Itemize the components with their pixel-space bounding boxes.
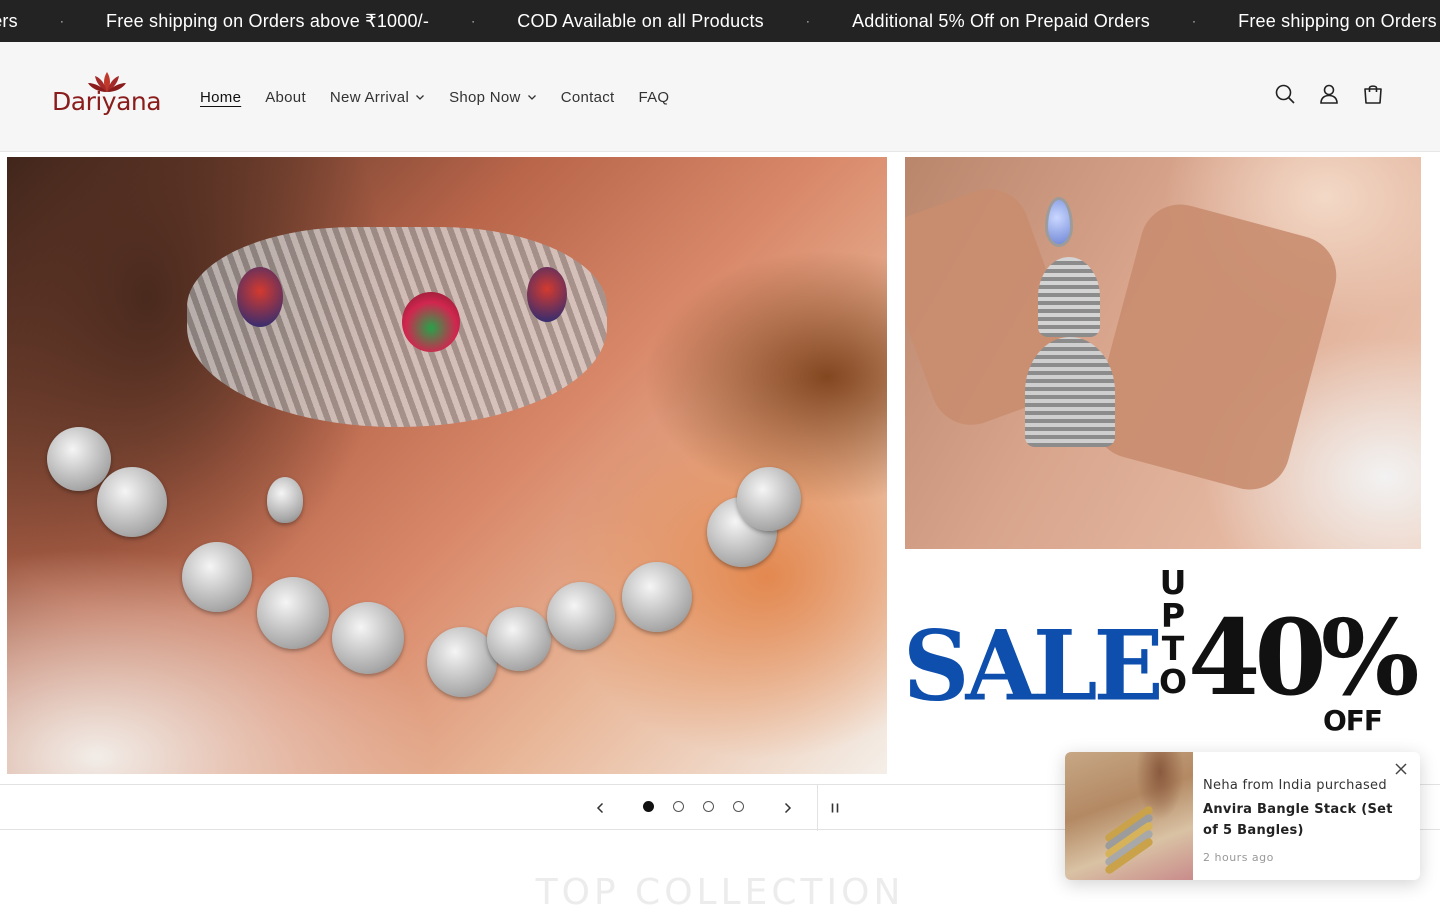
- brand-name: Dariyana: [52, 87, 162, 116]
- nav-item-label: About: [265, 88, 306, 106]
- earring-image[interactable]: [905, 157, 1421, 549]
- main-nav: Home About New Arrival Shop Now Contact …: [200, 42, 669, 152]
- gem-shape: [237, 267, 283, 327]
- nav-item-new-arrival[interactable]: New Arrival: [330, 89, 425, 106]
- necklace-image[interactable]: [7, 157, 887, 774]
- announcement-separator: ·: [1191, 14, 1197, 28]
- product-name-link[interactable]: Anvira Bangle Stack (Set of 5 Bangles): [1203, 799, 1399, 841]
- upto-letter: P: [1160, 596, 1186, 635]
- coin-shape: [267, 477, 303, 523]
- purchase-message: Neha from India purchased: [1203, 778, 1387, 793]
- nav-item-about[interactable]: About: [265, 89, 306, 106]
- site-header: Dariyana Home About New Arrival Shop Now…: [0, 42, 1440, 152]
- jhumka-shape: [1038, 257, 1100, 337]
- announcement-separator: ·: [805, 14, 811, 28]
- coin-shape: [182, 542, 252, 612]
- chevron-down-icon: [527, 95, 536, 100]
- chevron-right-icon[interactable]: [778, 798, 798, 818]
- gem-shape: [527, 267, 567, 322]
- brand-logo[interactable]: Dariyana: [52, 70, 162, 124]
- purchase-time: 2 hours ago: [1203, 851, 1274, 864]
- announcement-text: Additional 5% Off on Prepaid Orders: [852, 10, 1150, 31]
- nav-item-home[interactable]: Home: [200, 89, 241, 106]
- announcement-text: Free shipping on Orders above ₹1000/-: [106, 10, 430, 31]
- upto-letter: T: [1161, 629, 1185, 668]
- product-thumbnail[interactable]: [1065, 752, 1193, 880]
- coin-shape: [332, 602, 404, 674]
- header-icons: [1274, 83, 1384, 105]
- slide-dot[interactable]: [643, 801, 654, 812]
- slide-dot[interactable]: [673, 801, 684, 812]
- nav-item-label: FAQ: [638, 88, 670, 106]
- upto-letter: O: [1158, 662, 1188, 701]
- chevron-down-icon: [416, 95, 425, 100]
- hero-slideshow: SALE U P T O 40% OFF: [0, 152, 1440, 784]
- coin-shape: [737, 467, 801, 531]
- slide-dot[interactable]: [733, 801, 744, 812]
- upto-letter: U: [1159, 563, 1187, 602]
- discount-percent: 40%: [1188, 596, 1420, 719]
- coin-shape: [97, 467, 167, 537]
- discount-off-label: OFF: [1323, 704, 1383, 737]
- toast-content: Neha from India purchased Anvira Bangle …: [1203, 778, 1399, 864]
- nav-item-label: Contact: [560, 88, 615, 106]
- nav-item-label: Home: [200, 88, 242, 106]
- announcement-separator: ·: [59, 14, 65, 28]
- nav-item-label: New Arrival: [329, 88, 410, 106]
- recent-purchase-toast[interactable]: Neha from India purchased Anvira Bangle …: [1065, 752, 1420, 880]
- chevron-left-icon[interactable]: [590, 798, 610, 818]
- search-icon[interactable]: [1274, 83, 1296, 105]
- coin-shape: [622, 562, 692, 632]
- sale-banner[interactable]: SALE U P T O 40% OFF: [900, 562, 1420, 737]
- controls-divider: [817, 785, 818, 831]
- slide-dots: [643, 801, 744, 812]
- sale-word: SALE: [903, 609, 1164, 723]
- announcement-bar: ders · Free shipping on Orders above ₹10…: [0, 0, 1440, 42]
- cart-icon[interactable]: [1362, 83, 1384, 105]
- announcement-separator: ·: [471, 14, 476, 28]
- announcement-text: Free shipping on Orders: [1238, 10, 1437, 31]
- hand-shape: [1084, 195, 1346, 499]
- announcement-track: ders · Free shipping on Orders above ₹10…: [0, 0, 1440, 42]
- coin-shape: [487, 607, 551, 671]
- earring-gem-shape: [1045, 197, 1073, 247]
- nav-item-faq[interactable]: FAQ: [638, 89, 669, 106]
- necklace-shape: [187, 227, 607, 427]
- close-icon[interactable]: [1394, 762, 1408, 776]
- coin-shape: [547, 582, 615, 650]
- nav-item-shop-now[interactable]: Shop Now: [449, 89, 537, 106]
- account-icon[interactable]: [1318, 83, 1340, 105]
- nav-item-contact[interactable]: Contact: [561, 89, 615, 106]
- nav-item-label: Shop Now: [449, 88, 521, 106]
- slide-dot[interactable]: [703, 801, 714, 812]
- announcement-text: COD Available on all Products: [517, 10, 764, 31]
- pause-icon[interactable]: [825, 798, 845, 818]
- coin-shape: [257, 577, 329, 649]
- announcement-text: ders: [0, 10, 18, 31]
- jhumka-shape: [1025, 337, 1115, 447]
- gem-shape: [402, 292, 460, 352]
- upto-text: U P T O: [1156, 566, 1190, 698]
- coin-shape: [47, 427, 111, 491]
